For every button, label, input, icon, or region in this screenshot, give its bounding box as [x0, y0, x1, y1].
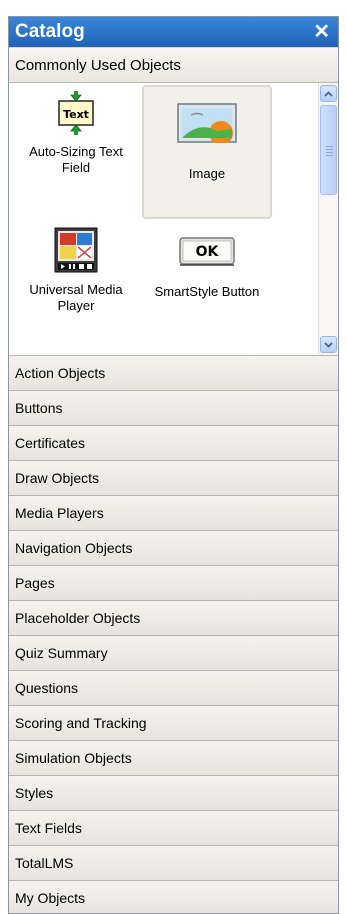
category-questions[interactable]: Questions	[9, 671, 338, 706]
category-simulation-objects[interactable]: Simulation Objects	[9, 741, 338, 776]
category-navigation-objects[interactable]: Navigation Objects	[9, 531, 338, 566]
svg-text:OK: OK	[196, 244, 220, 260]
category-styles[interactable]: Styles	[9, 776, 338, 811]
category-media-players[interactable]: Media Players	[9, 496, 338, 531]
scroll-thumb[interactable]	[320, 105, 337, 195]
category-text-fields[interactable]: Text Fields	[9, 811, 338, 846]
chevron-down-icon	[324, 341, 333, 348]
catalog-item-universal-media-player[interactable]: Universal Media Player	[11, 227, 141, 351]
catalog-panel: Catalog ✕ Commonly Used Objects Text Aut…	[8, 16, 339, 914]
category-action-objects[interactable]: Action Objects	[9, 356, 338, 391]
button-icon: OK	[179, 237, 235, 266]
catalog-item-smartstyle-button[interactable]: OK SmartStyle Button	[142, 227, 272, 351]
title-bar: Catalog ✕	[9, 17, 338, 47]
close-icon[interactable]: ✕	[313, 22, 330, 42]
svg-text:Text: Text	[63, 108, 89, 121]
category-buttons[interactable]: Buttons	[9, 391, 338, 426]
catalog-item-image[interactable]: Image	[142, 85, 272, 219]
category-totallms[interactable]: TotalLMS	[9, 846, 338, 881]
chevron-up-icon	[324, 90, 333, 97]
category-list: Action Objects Buttons Certificates Draw…	[9, 356, 338, 913]
item-label: Image	[188, 166, 226, 181]
item-label: SmartStyle Button	[154, 284, 260, 299]
category-draw-objects[interactable]: Draw Objects	[9, 461, 338, 496]
image-icon	[177, 103, 237, 145]
catalog-item-auto-sizing-text-field[interactable]: Text Auto-Sizing Text Field	[11, 91, 141, 215]
scroll-up-button[interactable]	[320, 85, 337, 102]
text-field-icon: Text	[58, 91, 94, 135]
media-player-icon	[54, 227, 98, 273]
commonly-used-objects-pane: Text Auto-Sizing Text Field Image Univer…	[9, 83, 338, 356]
vertical-scrollbar[interactable]	[318, 83, 338, 355]
category-placeholder-objects[interactable]: Placeholder Objects	[9, 601, 338, 636]
panel-title: Catalog	[15, 21, 85, 42]
item-label: Auto-Sizing Text Field	[29, 144, 123, 175]
group-header-commonly-used[interactable]: Commonly Used Objects	[9, 47, 338, 83]
category-my-objects[interactable]: My Objects	[9, 881, 338, 913]
category-scoring-and-tracking[interactable]: Scoring and Tracking	[9, 706, 338, 741]
category-quiz-summary[interactable]: Quiz Summary	[9, 636, 338, 671]
item-label: Universal Media Player	[29, 282, 123, 313]
scroll-down-button[interactable]	[320, 336, 337, 353]
category-pages[interactable]: Pages	[9, 566, 338, 601]
category-certificates[interactable]: Certificates	[9, 426, 338, 461]
